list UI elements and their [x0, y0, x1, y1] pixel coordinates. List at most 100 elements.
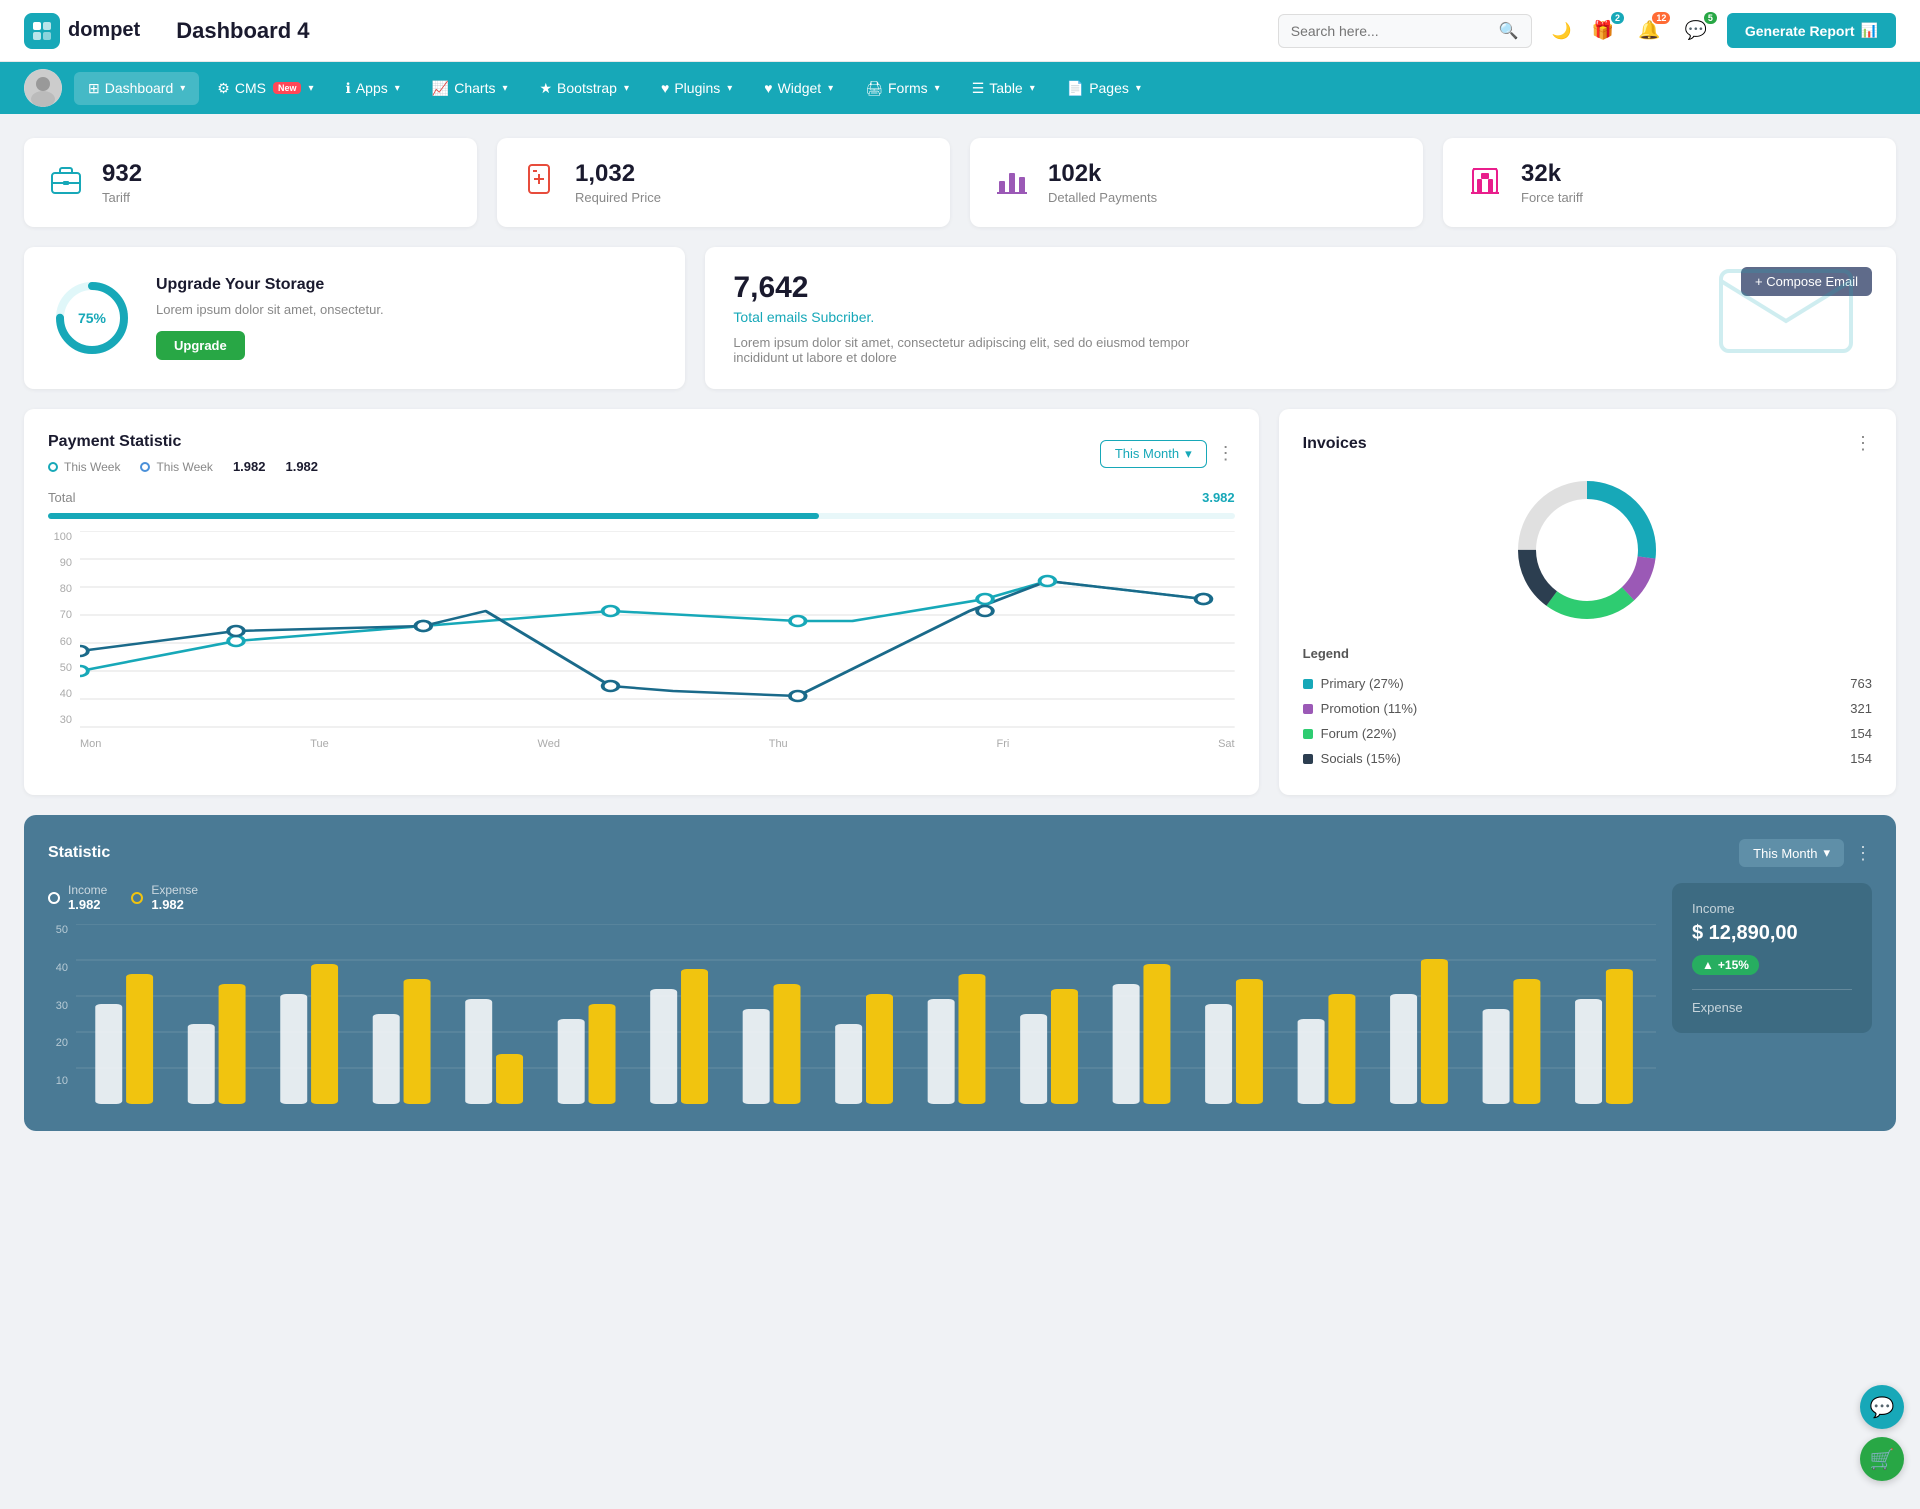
tariff-label: Tariff [102, 190, 142, 205]
generate-report-button[interactable]: Generate Report 📊 [1727, 13, 1896, 48]
chevron-down-icon: ▾ [1030, 83, 1035, 94]
total-label: Total [48, 490, 75, 505]
chevron-down-icon: ▾ [1823, 845, 1830, 861]
storage-desc: Lorem ipsum dolor sit amet, onsectetur. [156, 302, 384, 317]
logo[interactable]: dompet [24, 13, 140, 49]
bootstrap-icon: ★ [539, 80, 552, 97]
invoices-card: Invoices ⋮ [1279, 409, 1896, 795]
socials-label: Socials (15%) [1321, 751, 1401, 766]
statistic-month-filter[interactable]: This Month ▾ [1739, 839, 1844, 867]
income-change-badge: ▲ +15% [1692, 955, 1759, 975]
arrow-up-icon: ▲ [1702, 958, 1714, 972]
nav-item-pages[interactable]: 📄 Pages ▾ [1053, 72, 1155, 105]
row3: Payment Statistic This Week This Week 1.… [24, 409, 1896, 795]
chevron-down-icon: ▾ [308, 83, 313, 94]
forum-color [1303, 729, 1313, 739]
briefcase-icon [48, 161, 84, 204]
bell-badge: 12 [1652, 12, 1670, 24]
total-value: 3.982 [1202, 490, 1235, 505]
legend-row-forum: Forum (22%) 154 [1303, 721, 1872, 746]
primary-color [1303, 679, 1313, 689]
chat-button[interactable]: 💬 5 [1680, 16, 1710, 45]
force-tariff-label: Force tariff [1521, 190, 1583, 205]
new-badge: New [273, 82, 302, 94]
chart-header: Payment Statistic This Week This Week 1.… [48, 433, 1235, 474]
invoices-more-button[interactable]: ⋮ [1854, 433, 1872, 454]
nav-item-forms[interactable]: 🖨 Forms ▾ [851, 72, 953, 105]
apps-icon: ℹ [346, 80, 351, 97]
dashboard-icon: ⊞ [88, 80, 100, 97]
nav-item-table[interactable]: ☰ Table ▾ [958, 72, 1049, 105]
building-icon [1467, 161, 1503, 204]
chevron-down-icon: ▾ [502, 83, 507, 94]
income-panel-value: $ 12,890,00 [1692, 922, 1852, 945]
widget-icon: ♥ [764, 80, 772, 96]
line-chart-svg [80, 531, 1235, 731]
plugins-icon: ♥ [661, 80, 669, 96]
legend-value-2: 1.982 [285, 459, 318, 474]
legend-label-1: This Week [64, 460, 120, 474]
nav-label-table: Table [989, 80, 1022, 96]
chevron-down-icon: ▾ [180, 83, 185, 94]
nav-label-bootstrap: Bootstrap [557, 80, 617, 96]
payment-statistic-title: Payment Statistic [48, 433, 318, 451]
expense-legend-label: Expense [151, 883, 198, 897]
nav-item-dashboard[interactable]: ⊞ Dashboard ▾ [74, 72, 199, 105]
donut-chart [1303, 470, 1872, 630]
search-input[interactable] [1291, 23, 1491, 39]
gift-button[interactable]: 🎁 2 [1588, 16, 1618, 45]
nav-item-charts[interactable]: 📈 Charts ▾ [418, 72, 522, 105]
nav-item-widget[interactable]: ♥ Widget ▾ [750, 72, 847, 104]
statistic-more-button[interactable]: ⋮ [1854, 843, 1872, 864]
socials-value: 154 [1850, 751, 1872, 766]
bell-button[interactable]: 🔔 12 [1634, 16, 1664, 45]
income-panel: Income $ 12,890,00 ▲ +15% Expense [1672, 883, 1872, 1033]
legend-item-2: This Week [140, 459, 212, 474]
income-panel-label: Income [1692, 901, 1852, 916]
nav-item-bootstrap[interactable]: ★ Bootstrap ▾ [525, 72, 643, 105]
header-icons: 🌙 🎁 2 🔔 12 💬 5 Generate Report 📊 [1552, 13, 1896, 48]
chevron-down-icon: ▾ [395, 83, 400, 94]
chevron-down-icon: ▾ [828, 83, 833, 94]
socials-color [1303, 754, 1313, 764]
logo-icon [24, 13, 60, 49]
this-month-filter[interactable]: This Month ▾ [1100, 440, 1207, 468]
statistic-header: Statistic This Month ▾ ⋮ [48, 839, 1872, 867]
nav-item-apps[interactable]: ℹ Apps ▾ [332, 72, 414, 105]
expense-legend-dot [131, 892, 143, 904]
chevron-down-icon: ▾ [624, 83, 629, 94]
primary-value: 763 [1850, 676, 1872, 691]
email-card: + Compose Email 7,642 Total emails Subcr… [705, 247, 1896, 389]
payments-label: Detalled Payments [1048, 190, 1157, 205]
nav-label-forms: Forms [888, 80, 928, 96]
search-icon[interactable]: 🔍 [1499, 21, 1519, 41]
nav-item-plugins[interactable]: ♥ Plugins ▾ [647, 72, 746, 104]
theme-toggle[interactable]: 🌙 [1552, 21, 1572, 41]
nav-label-dashboard: Dashboard [105, 80, 174, 96]
logo-label: dompet [68, 19, 140, 42]
promotion-label: Promotion (11%) [1321, 701, 1418, 716]
invoices-title: Invoices [1303, 435, 1367, 453]
statistic-controls: This Month ▾ ⋮ [1739, 839, 1872, 867]
chevron-down-icon: ▾ [1136, 83, 1141, 94]
cart-button[interactable]: 🛒 [1860, 1437, 1904, 1481]
expense-panel-label: Expense [1692, 1000, 1852, 1015]
legend-row-promotion: Promotion (11%) 321 [1303, 696, 1872, 721]
income-change-value: +15% [1718, 958, 1749, 972]
search-bar: 🔍 [1278, 14, 1532, 48]
stat-card-force-tariff: 32k Force tariff [1443, 138, 1896, 227]
pages-icon: 📄 [1067, 80, 1084, 97]
generate-report-label: Generate Report [1745, 23, 1855, 39]
forum-value: 154 [1850, 726, 1872, 741]
required-price-label: Required Price [575, 190, 661, 205]
navbar: ⊞ Dashboard ▾ ⚙ CMS New ▾ ℹ Apps ▾ 📈 Cha… [0, 62, 1920, 114]
nav-item-cms[interactable]: ⚙ CMS New ▾ [203, 72, 327, 105]
legend-dot-blue [140, 462, 150, 472]
email-envelope-icon [1716, 256, 1856, 369]
chart-bar-icon [994, 161, 1030, 204]
nav-avatar[interactable] [24, 69, 62, 107]
upgrade-button[interactable]: Upgrade [156, 331, 245, 360]
promotion-value: 321 [1850, 701, 1872, 716]
more-options-button[interactable]: ⋮ [1217, 443, 1235, 464]
support-chat-button[interactable]: 💬 [1860, 1385, 1904, 1429]
